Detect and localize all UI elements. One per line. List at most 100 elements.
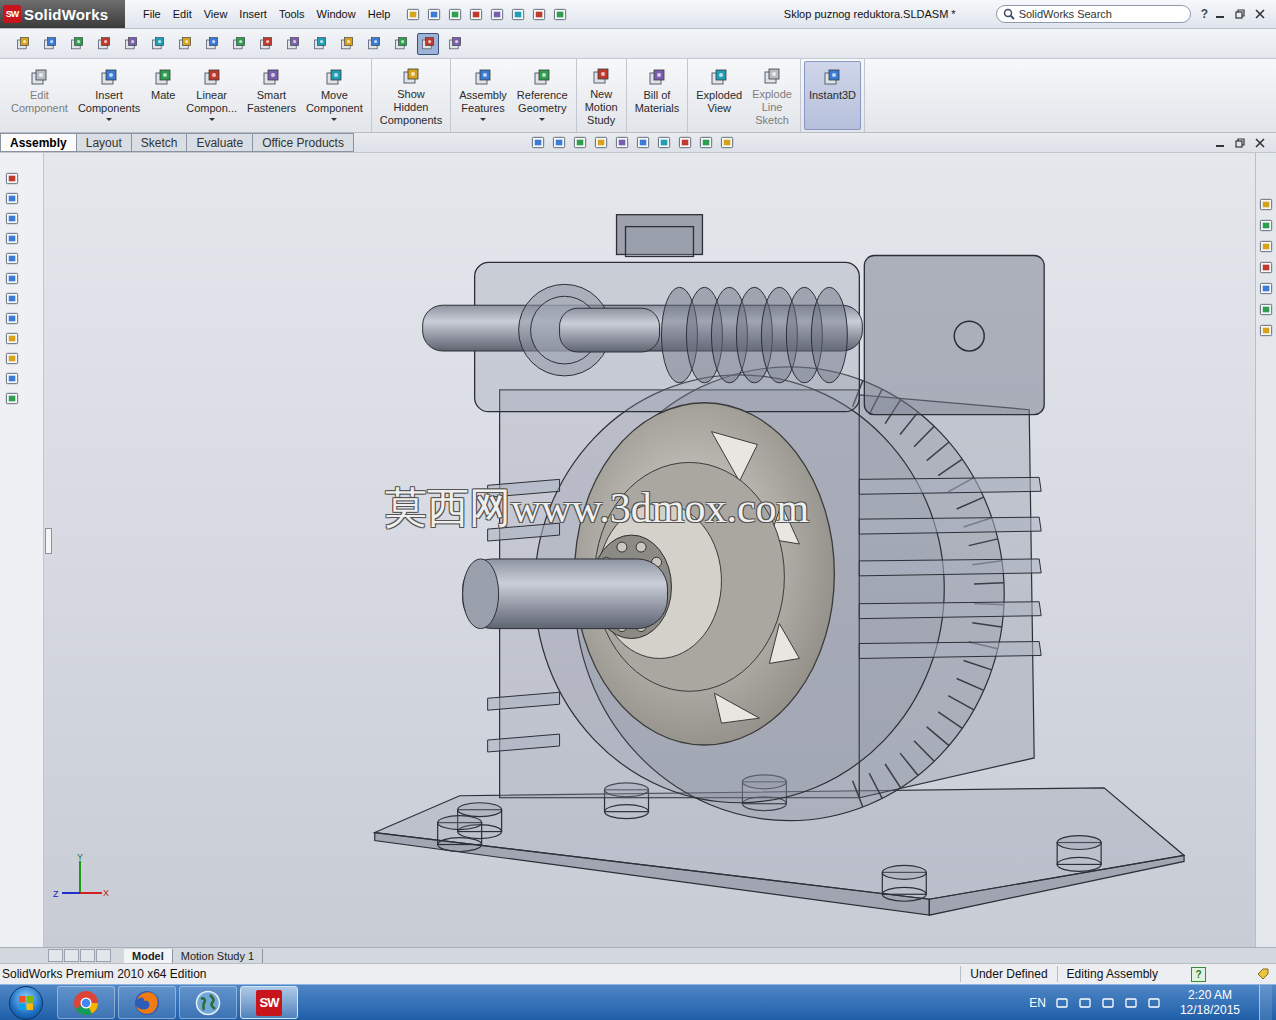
command-button[interactable]: ExplodeLineSketch — [747, 61, 797, 130]
view-tool-button[interactable] — [282, 33, 304, 55]
view-tool-button[interactable] — [309, 33, 331, 55]
menu-item[interactable]: Insert — [233, 8, 273, 20]
quick-tool-icon[interactable] — [490, 7, 505, 22]
side-tool-icon[interactable] — [5, 251, 20, 266]
view-tool-button[interactable] — [12, 33, 34, 55]
app-logo[interactable]: SWSolidWorks — [0, 0, 125, 28]
menu-item[interactable]: View — [198, 8, 234, 20]
show-desktop-button[interactable] — [1259, 985, 1272, 1020]
task-pane-icon[interactable] — [1259, 281, 1274, 296]
view-tool-button[interactable] — [39, 33, 61, 55]
view-tool-button[interactable] — [120, 33, 142, 55]
task-pane-icon[interactable] — [1259, 239, 1274, 254]
view-tool-button[interactable] — [228, 33, 250, 55]
tab-scroll-button[interactable] — [64, 949, 79, 962]
menu-item[interactable]: File — [137, 8, 167, 20]
command-tab[interactable]: Evaluate — [186, 133, 253, 152]
view-tool-button[interactable] — [201, 33, 223, 55]
model-tab[interactable]: Motion Study 1 — [173, 949, 263, 963]
view-tool-button[interactable] — [336, 33, 358, 55]
taskbar-app[interactable]: SW — [240, 986, 298, 1019]
language-indicator[interactable]: EN — [1029, 996, 1046, 1010]
command-button[interactable]: InsertComponents — [73, 61, 145, 130]
task-pane-icon[interactable] — [1259, 323, 1274, 338]
view-tool-button[interactable] — [363, 33, 385, 55]
tab-scroll-button[interactable] — [96, 949, 111, 962]
taskbar-app[interactable] — [179, 986, 237, 1019]
menu-item[interactable]: Window — [311, 8, 362, 20]
command-button[interactable]: MoveComponent — [301, 61, 368, 130]
view-tool-button[interactable] — [417, 33, 439, 55]
side-tool-icon[interactable] — [5, 371, 20, 386]
gearbox-model-icon[interactable] — [44, 153, 1255, 947]
quick-tool-icon[interactable] — [469, 7, 484, 22]
side-tool-icon[interactable] — [5, 331, 20, 346]
task-pane-icon[interactable] — [1259, 197, 1274, 212]
view-tool-button[interactable] — [390, 33, 412, 55]
quick-tool-icon[interactable] — [427, 7, 442, 22]
menu-item[interactable]: Help — [362, 8, 397, 20]
task-pane-icon[interactable] — [1259, 260, 1274, 275]
command-button[interactable]: Bill ofMaterials — [630, 61, 685, 130]
command-tab[interactable]: Office Products — [252, 133, 354, 152]
close-icon[interactable] — [1254, 8, 1266, 20]
tray-icon[interactable] — [1101, 996, 1115, 1010]
menu-item[interactable]: Tools — [273, 8, 311, 20]
view-tool-button[interactable] — [66, 33, 88, 55]
quick-tool-icon[interactable] — [532, 7, 547, 22]
dropdown-arrow-icon[interactable] — [106, 118, 112, 121]
command-tab[interactable]: Layout — [76, 133, 132, 152]
heads-up-tool-icon[interactable] — [531, 135, 546, 150]
panel-collapse-handle[interactable] — [45, 528, 52, 554]
quick-tool-icon[interactable] — [448, 7, 463, 22]
view-tool-button[interactable] — [174, 33, 196, 55]
dropdown-arrow-icon[interactable] — [480, 118, 486, 121]
taskbar-app[interactable] — [118, 986, 176, 1019]
command-button[interactable]: ShowHiddenComponents — [375, 61, 447, 130]
side-tool-icon[interactable] — [5, 191, 20, 206]
command-button[interactable]: Mate — [145, 61, 181, 130]
side-tool-icon[interactable] — [5, 211, 20, 226]
tag-icon[interactable] — [1256, 967, 1270, 981]
close-icon[interactable] — [1254, 137, 1266, 149]
command-button[interactable]: SmartFasteners — [242, 61, 301, 130]
command-tab[interactable]: Sketch — [131, 133, 188, 152]
dropdown-arrow-icon[interactable] — [539, 118, 545, 121]
side-tool-icon[interactable] — [5, 391, 20, 406]
taskbar-app[interactable] — [57, 986, 115, 1019]
min-icon[interactable] — [1214, 8, 1226, 20]
clock[interactable]: 2:20 AM12/18/2015 — [1180, 988, 1240, 1018]
heads-up-tool-icon[interactable] — [615, 135, 630, 150]
view-tool-button[interactable] — [93, 33, 115, 55]
heads-up-tool-icon[interactable] — [552, 135, 567, 150]
tab-scroll-button[interactable] — [80, 949, 95, 962]
tab-scroll-button[interactable] — [48, 949, 63, 962]
heads-up-tool-icon[interactable] — [573, 135, 588, 150]
command-button[interactable]: Instant3D — [804, 61, 861, 130]
heads-up-tool-icon[interactable] — [720, 135, 735, 150]
command-button[interactable]: NewMotionStudy — [580, 61, 623, 130]
min-icon[interactable] — [1214, 137, 1226, 149]
help-button[interactable]: ? — [1201, 7, 1208, 21]
command-tab[interactable]: Assembly — [0, 133, 77, 152]
dropdown-arrow-icon[interactable] — [209, 118, 215, 121]
heads-up-tool-icon[interactable] — [678, 135, 693, 150]
tray-icon[interactable] — [1124, 996, 1138, 1010]
menu-item[interactable]: Edit — [167, 8, 198, 20]
command-button[interactable]: ExplodedView — [691, 61, 747, 130]
tray-icon[interactable] — [1055, 996, 1069, 1010]
dropdown-arrow-icon[interactable] — [331, 118, 337, 121]
max-icon[interactable] — [1234, 8, 1246, 20]
heads-up-tool-icon[interactable] — [699, 135, 714, 150]
side-tool-icon[interactable] — [5, 171, 20, 186]
command-button[interactable]: EditComponent — [6, 61, 73, 130]
quick-tool-icon[interactable] — [511, 7, 526, 22]
graphics-area[interactable]: 莫西网www.3dmox.comYXZ — [44, 153, 1255, 947]
heads-up-tool-icon[interactable] — [594, 135, 609, 150]
max-icon[interactable] — [1234, 137, 1246, 149]
side-tool-icon[interactable] — [5, 311, 20, 326]
side-tool-icon[interactable] — [5, 351, 20, 366]
tray-icon[interactable] — [1078, 996, 1092, 1010]
model-tab[interactable]: Model — [124, 949, 173, 963]
command-button[interactable]: AssemblyFeatures — [454, 61, 512, 130]
